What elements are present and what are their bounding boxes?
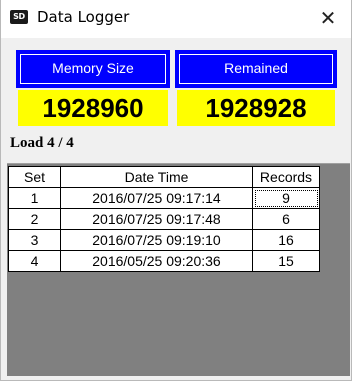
data-logger-window: SD Data Logger ✕ Memory Size 1928960 Rem… xyxy=(0,0,352,381)
table-row[interactable]: 2 2016/07/25 09:17:48 6 xyxy=(8,208,320,230)
remained-label: Remained xyxy=(179,54,333,84)
date-time-cell[interactable]: 2016/07/25 09:17:14 xyxy=(60,187,253,209)
remained-panel: Remained 1928928 xyxy=(175,50,337,128)
close-button[interactable]: ✕ xyxy=(305,0,351,38)
table-header-row: Set Date Time Records xyxy=(8,166,320,188)
memory-size-panel: Memory Size 1928960 xyxy=(16,50,170,128)
set-cell[interactable]: 2 xyxy=(8,208,61,230)
set-cell[interactable]: 1 xyxy=(8,187,61,209)
title-bar[interactable]: SD Data Logger ✕ xyxy=(1,0,351,38)
set-cell[interactable]: 4 xyxy=(8,250,61,272)
table-row[interactable]: 1 2016/07/25 09:17:14 9 xyxy=(8,187,320,209)
table-row[interactable]: 3 2016/07/25 09:19:10 16 xyxy=(8,229,320,251)
records-cell[interactable]: 16 xyxy=(252,229,320,251)
remained-label-box: Remained xyxy=(175,50,337,88)
load-status: Load 4 / 4 xyxy=(10,135,74,151)
window-title: Data Logger xyxy=(37,8,130,26)
set-cell[interactable]: 3 xyxy=(8,229,61,251)
records-cell[interactable]: 6 xyxy=(252,208,320,230)
memory-size-value: 1928960 xyxy=(18,90,168,126)
records-cell[interactable]: 9 xyxy=(252,187,320,209)
records-cell[interactable]: 15 xyxy=(252,250,320,272)
column-header-date-time[interactable]: Date Time xyxy=(60,166,253,188)
records-table: Set Date Time Records 1 2016/07/25 09:17… xyxy=(8,166,320,272)
records-grid[interactable]: Set Date Time Records 1 2016/07/25 09:17… xyxy=(7,163,350,376)
table-row[interactable]: 4 2016/05/25 09:20:36 15 xyxy=(8,250,320,272)
close-icon: ✕ xyxy=(319,6,337,30)
column-header-set[interactable]: Set xyxy=(8,166,61,188)
date-time-cell[interactable]: 2016/05/25 09:20:36 xyxy=(60,250,253,272)
column-header-records[interactable]: Records xyxy=(252,166,320,188)
date-time-cell[interactable]: 2016/07/25 09:19:10 xyxy=(60,229,253,251)
memory-size-label-box: Memory Size xyxy=(16,50,170,88)
memory-size-label: Memory Size xyxy=(20,54,166,84)
sd-card-icon: SD xyxy=(10,10,28,24)
date-time-cell[interactable]: 2016/07/25 09:17:48 xyxy=(60,208,253,230)
remained-value: 1928928 xyxy=(177,90,335,126)
